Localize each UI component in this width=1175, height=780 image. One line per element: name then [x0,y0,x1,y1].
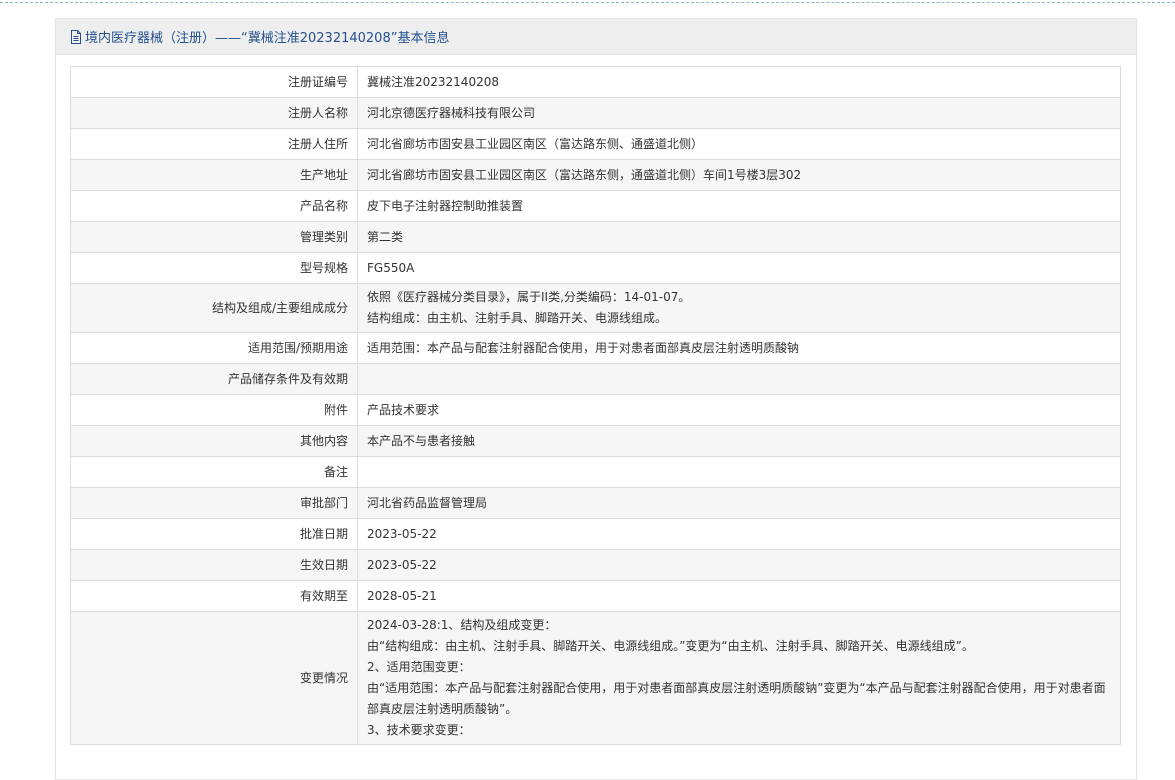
row-label: 结构及组成/主要组成成分 [70,283,358,333]
value-line: 依照《医疗器械分类目录》，属于II类,分类编码：14-01-07。 [367,290,691,304]
table-row: 注册人住所 河北省廊坊市固安县工业园区南区（富达路东侧、通盛道北侧） [70,128,1121,160]
table-row: 产品名称 皮下电子注射器控制助推装置 [70,190,1121,222]
panel-header: 境内医疗器械（注册）——“冀械注准20232140208”基本信息 [56,19,1136,55]
table-row: 有效期至 2028-05-21 [70,580,1121,612]
table-row: 生产地址 河北省廊坊市固安县工业园区南区（富达路东侧，通盛道北侧）车间1号楼3层… [70,159,1121,191]
table-row: 结构及组成/主要组成成分 依照《医疗器械分类目录》，属于II类,分类编码：14-… [70,283,1121,333]
row-value: 2028-05-21 [357,580,1121,612]
row-label: 批准日期 [70,518,358,550]
table-row: 型号规格 FG550A [70,252,1121,284]
row-label: 管理类别 [70,221,358,253]
value-line: 结构组成：由主机、注射手具、脚踏开关、电源线组成。 [367,311,668,325]
document-icon [70,29,83,44]
row-value: 适用范围：本产品与配套注射器配合使用，用于对患者面部真皮层注射透明质酸钠 [357,332,1121,364]
table-row: 生效日期 2023-05-22 [70,549,1121,581]
row-value: 2023-05-22 [357,549,1121,581]
row-label: 注册证编号 [70,66,358,98]
row-value: 2023-05-22 [357,518,1121,550]
row-label: 变更情况 [70,611,358,745]
row-label: 产品储存条件及有效期 [70,363,358,395]
row-label: 生效日期 [70,549,358,581]
row-value: 本产品不与患者接触 [357,425,1121,457]
table-row: 审批部门 河北省药品监督管理局 [70,487,1121,519]
row-value: 河北省廊坊市固安县工业园区南区（富达路东侧、通盛道北侧） [357,128,1121,160]
row-value: FG550A [357,252,1121,284]
row-value: 产品技术要求 [357,394,1121,426]
row-label: 产品名称 [70,190,358,222]
row-value: 第二类 [357,221,1121,253]
table-row: 注册证编号 冀械注准20232140208 [70,66,1121,98]
table-row: 管理类别 第二类 [70,221,1121,253]
row-label: 审批部门 [70,487,358,519]
row-value: 河北京德医疗器械科技有限公司 [357,97,1121,129]
info-table: 注册证编号 冀械注准20232140208 注册人名称 河北京德医疗器械科技有限… [70,66,1121,745]
row-label: 型号规格 [70,252,358,284]
panel-title: 境内医疗器械（注册）——“冀械注准20232140208”基本信息 [85,31,450,46]
row-value: 皮下电子注射器控制助推装置 [357,190,1121,222]
value-line: 3、技术要求变更： [367,723,471,737]
value-line: 2、适用范围变更： [367,660,471,674]
table-row: 批准日期 2023-05-22 [70,518,1121,550]
row-label: 适用范围/预期用途 [70,332,358,364]
row-value [357,456,1121,488]
row-label: 生产地址 [70,159,358,191]
value-line: 由“结构组成：由主机、注射手具、脚踏开关、电源线组成。”变更为“由主机、注射手具… [367,639,974,653]
row-label: 其他内容 [70,425,358,457]
table-row: 产品储存条件及有效期 [70,363,1121,395]
top-divider [0,2,1175,3]
row-value [357,363,1121,395]
row-value: 冀械注准20232140208 [357,66,1121,98]
row-label: 备注 [70,456,358,488]
row-value: 2024-03-28:1、结构及组成变更： 由“结构组成：由主机、注射手具、脚踏… [357,611,1121,745]
row-value: 依照《医疗器械分类目录》，属于II类,分类编码：14-01-07。 结构组成：由… [357,283,1121,333]
value-line: 由“适用范围：本产品与配套注射器配合使用，用于对患者面部真皮层注射透明质酸钠”变… [367,681,1106,716]
row-value: 河北省药品监督管理局 [357,487,1121,519]
row-label: 有效期至 [70,580,358,612]
table-row: 附件 产品技术要求 [70,394,1121,426]
table-row: 其他内容 本产品不与患者接触 [70,425,1121,457]
row-label: 注册人名称 [70,97,358,129]
detail-panel: 境内医疗器械（注册）——“冀械注准20232140208”基本信息 注册证编号 … [55,18,1137,780]
table-row: 备注 [70,456,1121,488]
row-label: 注册人住所 [70,128,358,160]
table-row: 变更情况 2024-03-28:1、结构及组成变更： 由“结构组成：由主机、注射… [70,611,1121,745]
row-value: 河北省廊坊市固安县工业园区南区（富达路东侧，通盛道北侧）车间1号楼3层302 [357,159,1121,191]
row-label: 附件 [70,394,358,426]
table-row: 适用范围/预期用途 适用范围：本产品与配套注射器配合使用，用于对患者面部真皮层注… [70,332,1121,364]
table-row: 注册人名称 河北京德医疗器械科技有限公司 [70,97,1121,129]
value-line: 2024-03-28:1、结构及组成变更： [367,618,557,632]
